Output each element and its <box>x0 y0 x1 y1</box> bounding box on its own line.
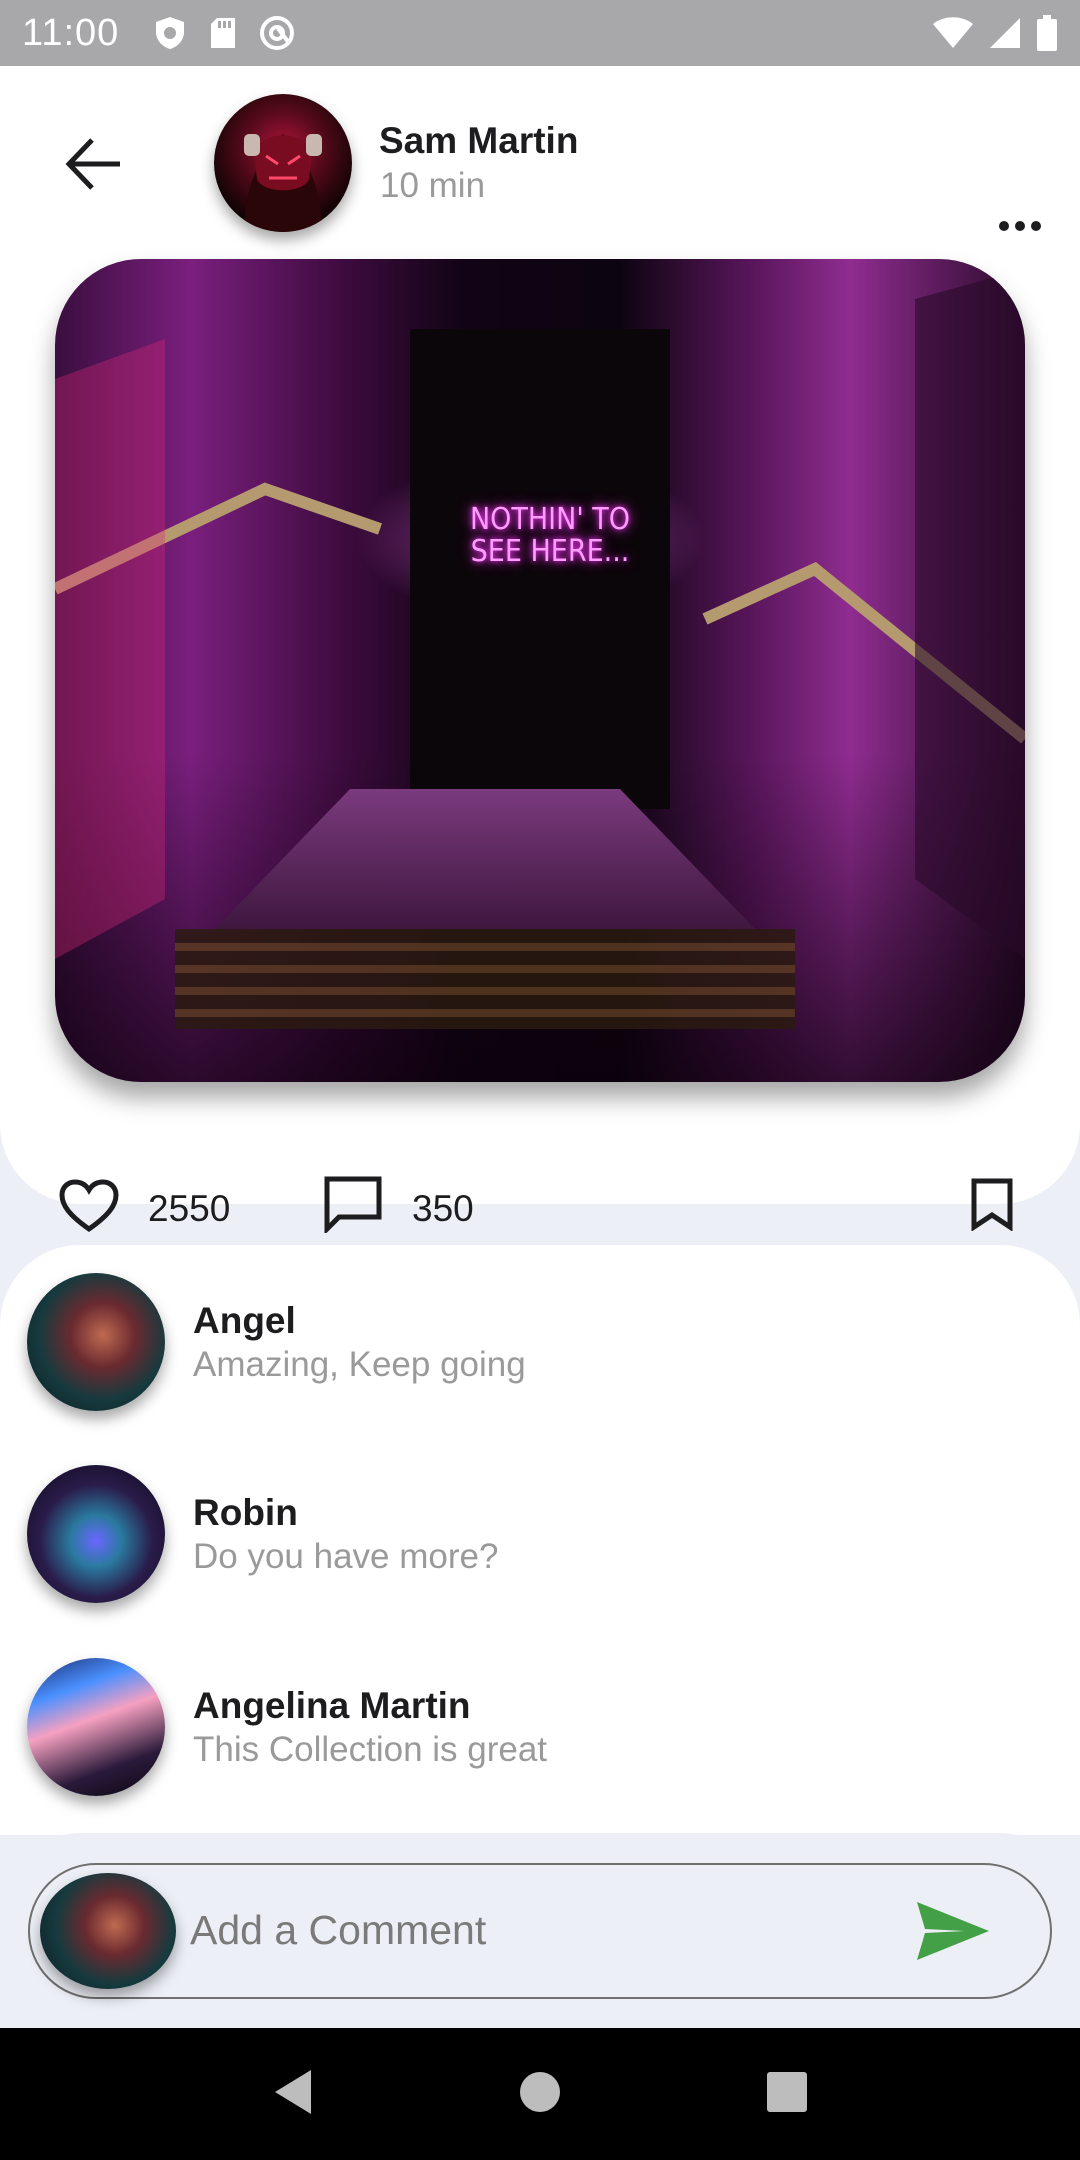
comment-input[interactable] <box>190 1895 890 1965</box>
comment-avatar[interactable] <box>27 1273 165 1411</box>
current-user-avatar <box>40 1873 176 1989</box>
comment-button[interactable] <box>320 1176 386 1236</box>
like-button[interactable] <box>56 1178 122 1238</box>
more-dot-icon <box>999 221 1009 231</box>
more-options-button[interactable] <box>990 206 1050 246</box>
comment-author[interactable]: Angel <box>193 1300 296 1342</box>
bookmark-icon <box>970 1177 1014 1236</box>
heart-icon <box>59 1178 119 1238</box>
arrow-left-icon <box>64 136 124 197</box>
comment-item[interactable]: Robin Do you have more? <box>0 1437 1080 1603</box>
wifi-icon <box>932 16 974 50</box>
comment-author[interactable]: Angelina Martin <box>193 1685 471 1727</box>
comment-input-box[interactable] <box>28 1863 1052 1999</box>
sd-card-icon <box>209 16 237 50</box>
triangle-back-icon <box>271 2068 315 2121</box>
more-dot-icon <box>1031 221 1041 231</box>
system-nav-bar <box>0 2028 1080 2160</box>
circle-home-icon <box>518 2070 562 2119</box>
comment-composer <box>0 1833 1080 2028</box>
more-dot-icon <box>1015 221 1025 231</box>
comment-item[interactable]: Angel Amazing, Keep going <box>0 1245 1080 1411</box>
send-button[interactable] <box>908 1893 998 1973</box>
nav-back-button[interactable] <box>253 2054 333 2134</box>
cell-signal-icon <box>988 16 1022 50</box>
post-card: Sam Martin 10 min NOTHIN' TO SEE HERE...… <box>0 66 1080 1235</box>
comment-item[interactable]: Angelina Martin This Collection is great <box>0 1630 1080 1796</box>
comment-avatar[interactable] <box>27 1658 165 1796</box>
nav-home-button[interactable] <box>500 2054 580 2134</box>
post-image[interactable]: NOTHIN' TO SEE HERE... <box>55 259 1025 1082</box>
status-bar: 11:00 <box>0 0 1080 66</box>
send-icon <box>915 1900 991 1967</box>
bookmark-button[interactable] <box>964 1176 1020 1236</box>
at-sign-icon <box>259 15 295 51</box>
author-name[interactable]: Sam Martin <box>379 120 578 162</box>
comment-text: Do you have more? <box>193 1537 499 1576</box>
comment-author[interactable]: Robin <box>193 1492 298 1534</box>
comment-text: This Collection is great <box>193 1730 548 1769</box>
post-time: 10 min <box>380 166 486 205</box>
back-button[interactable] <box>56 128 132 204</box>
image-railings <box>55 269 1025 959</box>
like-count: 2550 <box>148 1188 231 1229</box>
battery-icon <box>1036 15 1058 51</box>
nav-recents-button[interactable] <box>747 2054 827 2134</box>
comment-text: Amazing, Keep going <box>193 1345 526 1384</box>
square-recents-icon <box>765 2070 809 2119</box>
status-icons-right <box>932 15 1058 51</box>
chat-bubble-icon <box>323 1175 383 1238</box>
author-avatar[interactable] <box>214 94 352 232</box>
status-time: 11:00 <box>22 11 120 54</box>
shield-icon <box>153 15 187 51</box>
comment-avatar[interactable] <box>27 1465 165 1603</box>
comment-count: 350 <box>412 1188 474 1229</box>
status-icons-left <box>153 15 295 51</box>
comments-list: Angel Amazing, Keep going Robin Do you h… <box>0 1245 1080 1835</box>
